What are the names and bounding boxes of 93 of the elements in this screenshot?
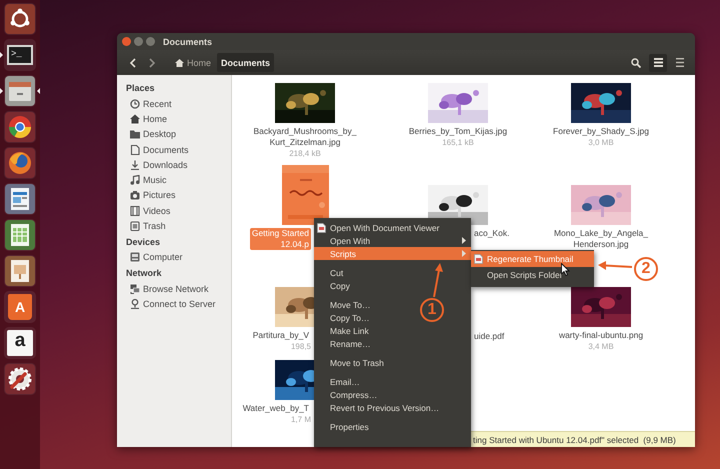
sidebar-item[interactable]: Videos: [126, 203, 231, 218]
file-name[interactable]: Water_web_by_T: [240, 403, 311, 414]
launcher-button[interactable]: >_: [4, 38, 36, 70]
maximize-button[interactable]: [146, 37, 155, 46]
sidebar-item[interactable]: Browse Network: [126, 280, 231, 296]
sidebar-item[interactable]: Recent: [126, 96, 231, 112]
sidebar-item[interactable]: Home: [126, 111, 231, 127]
list-icon: [654, 58, 662, 67]
file-size: 218,4 kB: [289, 148, 321, 159]
document-icon: [474, 254, 483, 264]
arrow: [598, 261, 632, 270]
file-name[interactable]: Backyard_Mushrooms_by_ Kurt_Zitzelman.jpg: [252, 126, 358, 148]
menu-item[interactable]: Open With Document Viewer: [314, 221, 444, 234]
menu-item[interactable]: Open With: [314, 234, 471, 247]
launcher-button[interactable]: [4, 362, 36, 394]
launcher-button[interactable]: [4, 74, 36, 106]
browser-icon: [5, 112, 35, 142]
launcher-button[interactable]: [4, 218, 36, 250]
launcher-button[interactable]: a: [4, 326, 36, 358]
network-icon: [130, 284, 140, 294]
section-heading: Network: [126, 266, 163, 280]
sidebar-item[interactable]: Computer: [126, 250, 231, 265]
folder-icon: [130, 129, 140, 140]
document-icon: [317, 222, 326, 232]
view-button[interactable]: [649, 54, 667, 72]
film-icon: [130, 206, 140, 216]
search-icon: [631, 58, 641, 68]
menu-item[interactable]: Email…: [314, 375, 365, 388]
sidebar-item[interactable]: Trash: [126, 218, 231, 234]
gear-icon: [5, 364, 35, 394]
file-size: 3,0 MB: [588, 137, 614, 148]
file-size: 1,7 M: [290, 414, 311, 425]
sidebar-item[interactable]: Desktop: [126, 126, 231, 142]
chevron-right-icon: [148, 58, 156, 68]
spreadsheet-icon: [5, 220, 35, 250]
window-title: Documents: [163, 36, 212, 46]
circle-logo-icon: [5, 4, 35, 34]
callout-number: 1: [420, 298, 444, 322]
minimize-button[interactable]: [134, 37, 143, 46]
file-name[interactable]: aco_Kok.: [472, 228, 512, 239]
sidebar-item[interactable]: Downloads: [126, 157, 231, 172]
menu-icon: [676, 58, 684, 67]
browser-icon: [5, 148, 35, 178]
mouse-pointer-icon: [561, 263, 570, 276]
close-button[interactable]: [122, 37, 131, 46]
home-icon: [175, 58, 184, 66]
arrow: [433, 263, 443, 298]
menu-item[interactable]: Make Link: [314, 324, 374, 337]
menu-item[interactable]: Revert to Previous Version…: [314, 401, 444, 414]
menu-item[interactable]: Compress…: [314, 388, 382, 401]
launcher-button[interactable]: [4, 110, 36, 142]
file-name[interactable]: warty-final-ubuntu.png: [556, 330, 646, 341]
drive-icon: [130, 252, 140, 262]
presentation-icon: [5, 256, 35, 286]
trash-icon: [130, 221, 140, 232]
sidebar-item[interactable]: Pictures: [126, 188, 231, 204]
menu-item[interactable]: Copy: [314, 279, 355, 292]
download-icon: [130, 160, 140, 170]
menu-item[interactable]: Move to Trash: [314, 356, 389, 369]
home-icon: [130, 114, 140, 124]
breadcrumb-button[interactable]: Home: [171, 53, 216, 72]
file-cabinet-icon: [5, 76, 35, 106]
menu-item[interactable]: Cut: [314, 266, 348, 279]
menu-item[interactable]: Move To…: [314, 298, 376, 311]
document-icon: [5, 184, 35, 214]
sidebar-item[interactable]: Connect to Server: [126, 296, 231, 312]
file-name[interactable]: Forever_by_Shady_S.jpg: [551, 126, 651, 137]
breadcrumb-button[interactable]: Documents: [217, 53, 274, 72]
music-note-icon: [130, 175, 140, 186]
file-size: 165,1 kB: [442, 137, 474, 148]
file-name[interactable]: uide.pdf: [472, 331, 506, 342]
section-heading: Places: [126, 82, 156, 95]
camera-icon: [130, 190, 140, 200]
clock-icon: [130, 98, 140, 109]
sidebar-item[interactable]: Music: [126, 172, 231, 188]
file-size: 198,5: [290, 341, 311, 352]
section-heading: Devices: [126, 236, 162, 249]
document-icon: [130, 144, 140, 155]
launcher-button[interactable]: [4, 254, 36, 286]
launcher-button[interactable]: [4, 2, 36, 34]
sidebar-item[interactable]: Documents: [126, 142, 231, 158]
person-icon: [130, 298, 140, 309]
menu-item[interactable]: Properties: [314, 420, 374, 433]
file-name[interactable]: Mono_Lake_by_Angela_ Henderson.jpg: [552, 228, 650, 250]
menu-item[interactable]: Rename…: [314, 337, 376, 350]
launcher-button[interactable]: [4, 182, 36, 214]
launcher-button[interactable]: [4, 146, 36, 178]
file-name[interactable]: Berries_by_Tom_Kijas.jpg: [406, 126, 510, 137]
file-size: 3,4 MB: [588, 341, 614, 352]
status-text: ting Started with Ubuntu 12.04.pdf" selected (9,9 MB): [471, 431, 695, 447]
file-name[interactable]: Partitura_by_V: [250, 330, 311, 341]
chevron-left-icon: [128, 58, 136, 68]
menu-item[interactable]: Copy To…: [314, 311, 375, 324]
